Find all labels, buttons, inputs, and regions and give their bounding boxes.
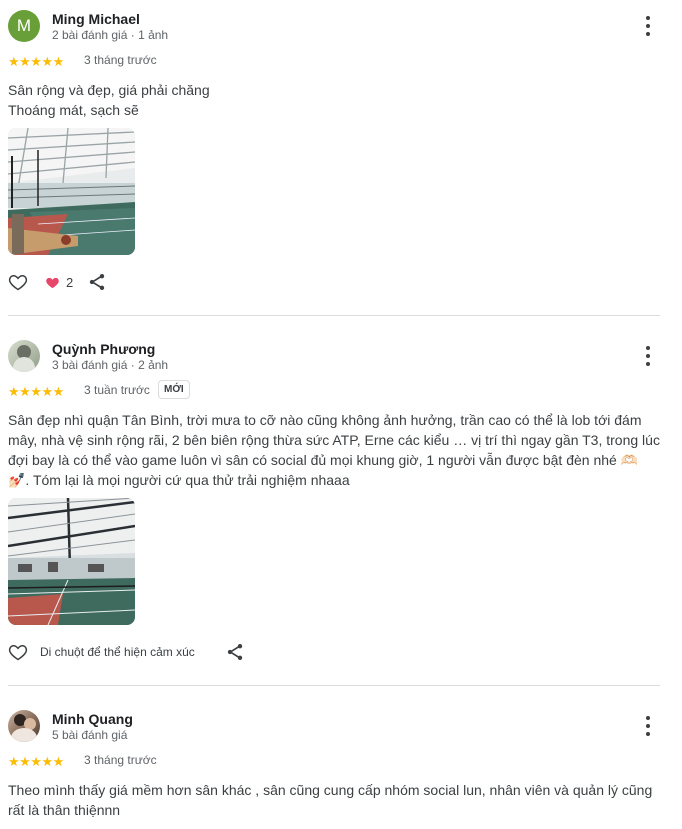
review-text: Theo mình thấy giá mềm hơn sân khác , sâ… <box>8 782 653 818</box>
reviewer-name[interactable]: Minh Quang <box>52 711 133 727</box>
review-text: Sân đẹp nhì quận Tân Bình, trời mưa to c… <box>8 412 660 488</box>
avatar[interactable] <box>8 710 40 742</box>
heart-outline-icon <box>8 644 28 661</box>
review-date: 3 tháng trước <box>84 753 157 767</box>
reaction-button[interactable]: 2 <box>45 275 73 290</box>
avatar[interactable]: M <box>8 10 40 42</box>
reviewer-meta: 5 bài đánh giá <box>52 728 128 742</box>
divider <box>8 315 660 316</box>
more-vert-icon[interactable] <box>642 346 654 366</box>
new-badge: MỚI <box>158 380 190 399</box>
reviewer-meta: 2 bài đánh giá · 1 ảnh <box>52 28 169 42</box>
review-photo[interactable] <box>8 498 135 625</box>
more-vert-icon[interactable] <box>642 716 654 736</box>
review-date: 3 tuần trước <box>84 383 150 397</box>
review-photo[interactable] <box>8 128 135 255</box>
share-icon[interactable] <box>225 642 245 662</box>
reviewer-name[interactable]: Ming Michael <box>52 11 140 27</box>
review-date: 3 tháng trước <box>84 53 157 67</box>
heart-outline-icon[interactable] <box>8 272 28 292</box>
reviewer-meta: 3 bài đánh giá · 2 ảnh <box>52 358 169 372</box>
star-rating: ★★★★★ <box>8 53 64 69</box>
heart-filled-icon <box>46 277 59 288</box>
review-actions: 2 <box>8 270 107 294</box>
divider <box>8 685 660 686</box>
reaction-hint: Di chuột để thể hiện cảm xúc <box>40 645 195 659</box>
reviewer-name[interactable]: Quỳnh Phương <box>52 341 155 357</box>
review-actions: Di chuột để thể hiện cảm xúc <box>8 640 245 664</box>
share-icon[interactable] <box>87 272 107 292</box>
reaction-button[interactable]: Di chuột để thể hiện cảm xúc <box>8 642 195 662</box>
reaction-count: 2 <box>66 274 74 290</box>
avatar[interactable] <box>8 340 40 372</box>
star-rating: ★★★★★ <box>8 753 64 769</box>
review-text: Sân rộng và đẹp, giá phải chăng Thoáng m… <box>8 82 210 118</box>
star-rating: ★★★★★ <box>8 383 64 399</box>
more-vert-icon[interactable] <box>642 16 654 36</box>
